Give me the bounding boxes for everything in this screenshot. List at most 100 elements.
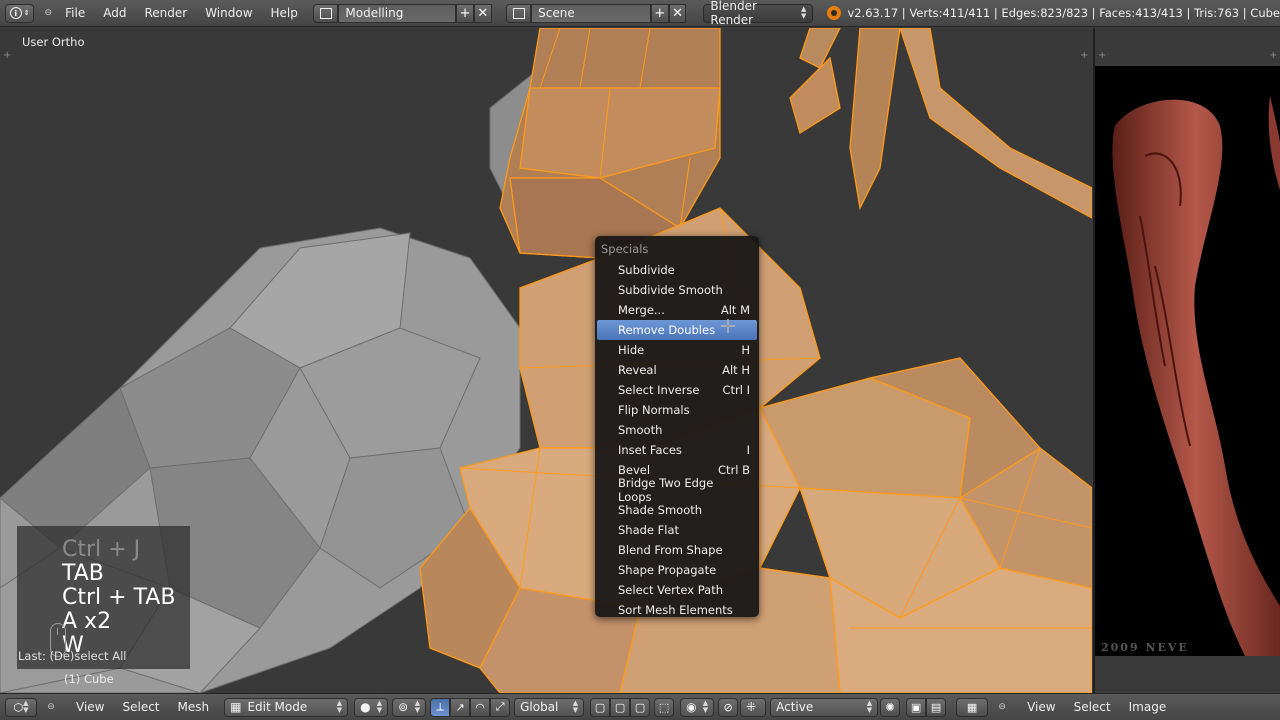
view-label: User Ortho — [22, 35, 85, 49]
mouse-cursor-icon — [721, 319, 735, 333]
collapse-menu-icon[interactable]: ⊖ — [994, 702, 1010, 712]
menu-item-select-vertex-path[interactable]: Select Vertex Path — [597, 580, 757, 600]
menu-item-label: Bridge Two Edge Loops — [618, 476, 714, 504]
editor-type-3d-view-button[interactable]: ⬡ ▲ ▼ — [5, 697, 37, 717]
3d-viewport[interactable]: User Ortho + + Ctrl + J TAB Ctrl + TAB A… — [0, 28, 1092, 693]
limit-selection-icon[interactable]: ⬚ — [654, 697, 675, 717]
collapse-menu-icon[interactable]: ⊖ — [40, 8, 56, 18]
add-scene-button[interactable]: + — [651, 3, 669, 23]
proportional-edit-dropdown[interactable]: ◉ ▲ ▼ — [680, 697, 715, 717]
mode-label: Edit Mode — [247, 700, 308, 714]
viewport-shading-dropdown[interactable]: ● ▲ ▼ — [354, 697, 389, 717]
menu-item-subdivide[interactable]: Subdivide — [597, 260, 757, 280]
menu-item-shape-propagate[interactable]: Shape Propagate — [597, 560, 757, 580]
menu-item-subdivide-smooth[interactable]: Subdivide Smooth — [597, 280, 757, 300]
menu-item-shade-flat[interactable]: Shade Flat — [597, 520, 757, 540]
scale-manipulator-icon[interactable]: ⤢ — [490, 697, 511, 717]
dropdown-arrows-icon: ▲ ▼ — [702, 699, 709, 714]
menu-item-smooth[interactable]: Smooth — [597, 420, 757, 440]
menu-item-label: Hide — [618, 343, 645, 357]
transform-orientation-dropdown[interactable]: Global ▲ ▼ — [514, 697, 585, 717]
menu-item-label: Sort Mesh Elements — [618, 603, 733, 617]
add-screen-button[interactable]: + — [456, 3, 474, 23]
menu-item-reveal[interactable]: Reveal Alt H — [597, 360, 757, 380]
menu-item-bridge-edge-loops[interactable]: Bridge Two Edge Loops — [597, 476, 757, 504]
menu-item-flip-normals[interactable]: Flip Normals — [597, 400, 757, 420]
menu-select[interactable]: Select — [113, 700, 168, 714]
menu-help[interactable]: Help — [262, 6, 307, 20]
menu-item-shortcut: I — [746, 443, 750, 457]
area-split-corner-icon[interactable]: + — [3, 50, 11, 61]
menu-item-label: Select Vertex Path — [618, 583, 724, 597]
rotate-manipulator-icon[interactable]: ◠ — [470, 697, 491, 717]
manipulator-toggle-icon[interactable]: ⟂ — [430, 697, 451, 717]
menu-item-sort-mesh-elements[interactable]: Sort Mesh Elements — [597, 600, 757, 620]
menu-item-merge[interactable]: Merge... Alt M — [597, 300, 757, 320]
menu-render[interactable]: Render — [135, 6, 196, 20]
menu-item-shortcut: Ctrl I — [722, 383, 750, 397]
key-overlay: Ctrl + J TAB Ctrl + TAB A x2 W — [17, 526, 190, 669]
pivot-point-dropdown[interactable]: ⊚ ▲ ▼ — [392, 697, 427, 717]
remove-scene-button[interactable]: ✕ — [668, 3, 687, 23]
menu-item-label: Subdivide Smooth — [618, 283, 723, 297]
key-line: A x2 — [62, 609, 112, 634]
editor-type-image-button[interactable]: ▦ — [956, 697, 989, 717]
menu-window[interactable]: Window — [196, 6, 261, 20]
render-opengl-animation-icon[interactable]: ▤ — [926, 697, 947, 717]
snap-target-dropdown[interactable]: Active ▲ ▼ — [770, 697, 879, 717]
image-editor[interactable]: + + 2009 NEVE — [1093, 28, 1280, 693]
dropdown-arrows-icon: ▲ ▼ — [801, 5, 807, 20]
menu-view[interactable]: View — [67, 700, 113, 714]
stats-text: v2.63.17 | Verts:411/411 | Edges:823/823… — [847, 6, 1280, 20]
scene-field[interactable]: Scene — [531, 3, 652, 23]
render-engine-dropdown[interactable]: Blender Render ▲ ▼ — [703, 0, 814, 27]
scene-icon[interactable] — [505, 3, 532, 23]
menu-item-shortcut: Alt M — [720, 303, 750, 317]
layer-button[interactable]: ▢ — [590, 697, 611, 717]
dropdown-arrows-icon: ▲ ▼ — [414, 699, 421, 714]
area-split-corner-icon-right[interactable]: + — [1080, 50, 1088, 61]
render-engine-label: Blender Render — [710, 0, 757, 27]
menu-item-label: Blend From Shape — [618, 543, 723, 557]
interaction-mode-dropdown[interactable]: ▦ Edit Mode ▲ ▼ — [224, 697, 349, 717]
menu-item-shortcut: H — [741, 343, 750, 357]
dropdown-arrows-icon: ▲ ▼ — [572, 699, 579, 714]
menu-item-hide[interactable]: Hide H — [597, 340, 757, 360]
image-menu-image[interactable]: Image — [1120, 700, 1167, 714]
render-opengl-image-icon[interactable]: ▣ — [906, 697, 927, 717]
screen-layout-icon[interactable] — [312, 3, 339, 23]
menu-item-label: Smooth — [618, 423, 663, 437]
area-split-corner-icon[interactable]: + — [1269, 50, 1277, 61]
menu-item-shortcut: Alt H — [722, 363, 750, 377]
editor-type-button[interactable]: i ⇕ — [5, 3, 35, 23]
menu-item-shortcut: Ctrl B — [717, 463, 750, 477]
area-split-corner-icon[interactable]: + — [1098, 50, 1106, 61]
menu-add[interactable]: Add — [94, 6, 135, 20]
specials-menu: Specials Subdivide Subdivide Smooth Merg… — [595, 236, 759, 617]
menu-file[interactable]: File — [56, 6, 94, 20]
translate-manipulator-icon[interactable]: ↗ — [450, 697, 471, 717]
screen-layout-field[interactable]: Modelling — [338, 3, 457, 23]
orientation-label: Global — [520, 700, 559, 714]
viewport-header: ⬡ ▲ ▼ ⊖ View Select Mesh ▦ Edit Mode ▲ ▼ ● ▲… — [0, 693, 1280, 720]
layer-button[interactable]: ▢ — [630, 697, 651, 717]
blender-logo-icon — [827, 6, 842, 20]
snap-toggle-icon[interactable]: ⊘ — [718, 697, 739, 717]
dropdown-arrows-icon: ▲ ▼ — [23, 699, 29, 714]
reference-image: 2009 NEVE — [1095, 66, 1280, 656]
snap-target-label: Active — [776, 700, 814, 714]
collapse-menu-icon[interactable]: ⊖ — [43, 702, 59, 712]
proportional-edit-icon: ◉ — [686, 700, 697, 714]
remove-screen-button[interactable]: ✕ — [473, 3, 492, 23]
snap-element-dropdown[interactable]: ⁜ — [740, 697, 767, 717]
menu-item-label: Shade Flat — [618, 523, 680, 537]
key-line: Ctrl + J — [62, 537, 141, 562]
image-menu-select[interactable]: Select — [1065, 700, 1120, 714]
menu-item-select-inverse[interactable]: Select Inverse Ctrl I — [597, 380, 757, 400]
image-menu-view[interactable]: View — [1018, 700, 1064, 714]
snap-align-icon[interactable]: ✺ — [880, 697, 901, 717]
menu-item-inset-faces[interactable]: Inset Faces I — [597, 440, 757, 460]
layer-button[interactable]: ▢ — [610, 697, 631, 717]
menu-mesh[interactable]: Mesh — [169, 700, 219, 714]
menu-item-blend-from-shape[interactable]: Blend From Shape — [597, 540, 757, 560]
